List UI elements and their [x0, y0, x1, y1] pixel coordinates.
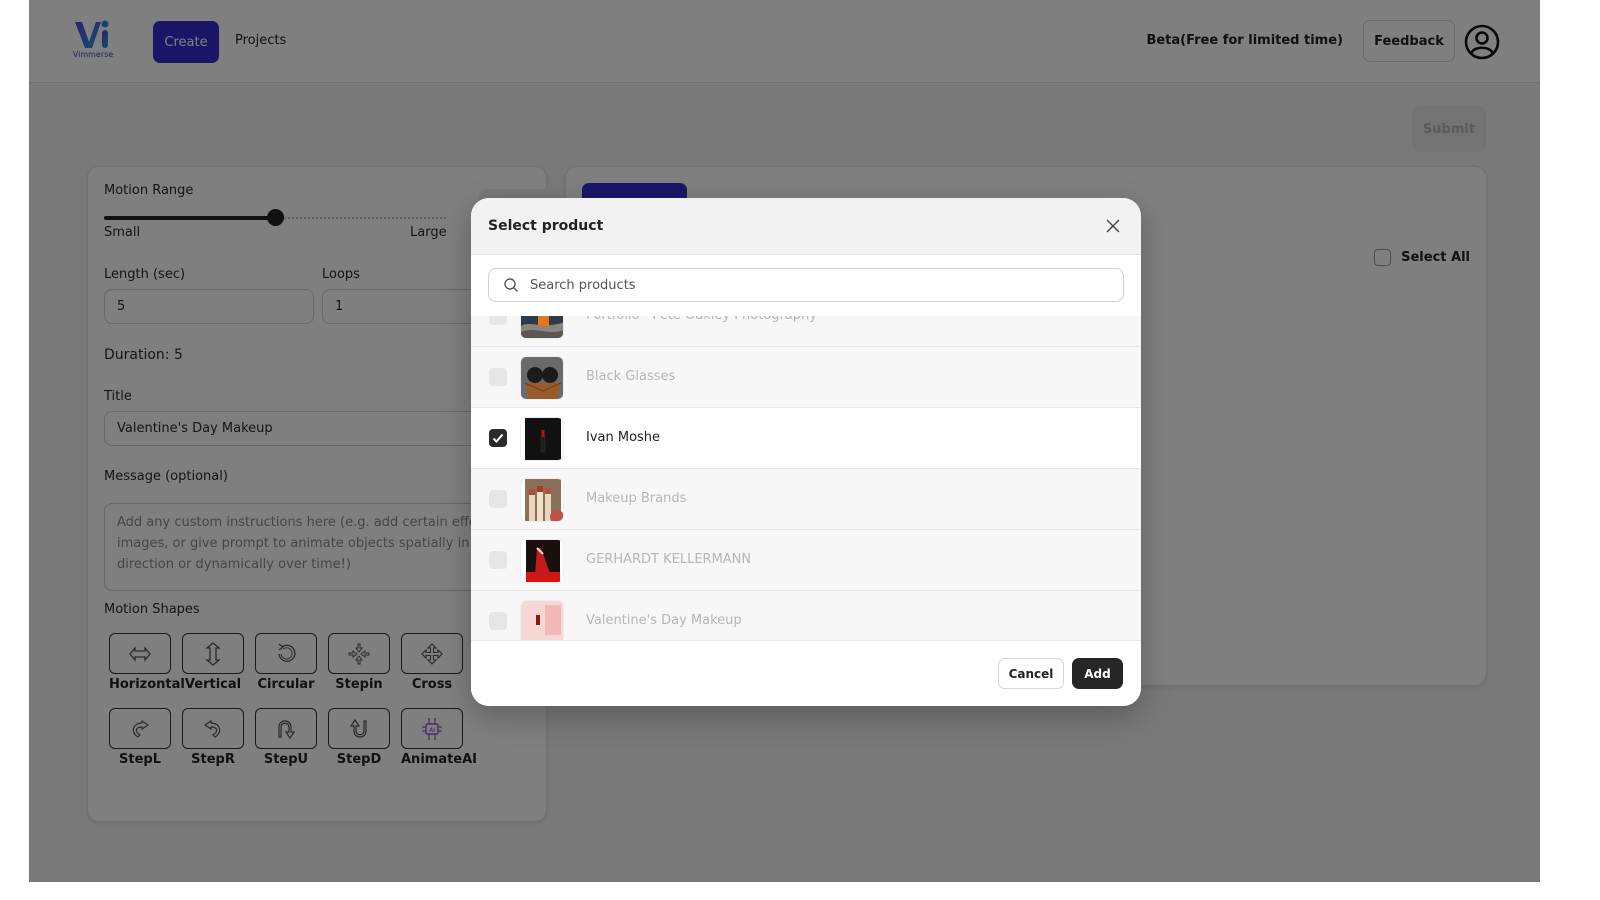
product-list[interactable]: Portfolio - Pete Oakley Photography Blac…: [471, 316, 1141, 641]
search-placeholder: Search products: [530, 277, 636, 293]
product-name: Black Glasses: [586, 369, 676, 384]
product-thumbnail: [520, 539, 564, 583]
product-row[interactable]: Makeup Brands: [471, 469, 1141, 530]
product-thumbnail: [520, 417, 564, 461]
product-checkbox-checked[interactable]: [489, 429, 507, 447]
cancel-button[interactable]: Cancel: [998, 658, 1064, 689]
product-checkbox[interactable]: [489, 316, 507, 325]
product-name: GERHARDT KELLERMANN: [586, 552, 752, 567]
product-thumbnail: [520, 316, 564, 339]
product-checkbox[interactable]: [489, 490, 507, 508]
checkmark-icon: [492, 433, 504, 443]
product-row[interactable]: Portfolio - Pete Oakley Photography: [471, 316, 1141, 347]
product-row[interactable]: Valentine's Day Makeup: [471, 591, 1141, 640]
modal-header: Select product: [471, 198, 1141, 255]
product-name: Portfolio - Pete Oakley Photography: [586, 316, 817, 323]
search-icon: [504, 278, 518, 292]
product-name: Makeup Brands: [586, 491, 687, 506]
product-row[interactable]: Black Glasses: [471, 347, 1141, 408]
product-row[interactable]: Ivan Moshe: [471, 408, 1141, 469]
product-row[interactable]: GERHARDT KELLERMANN: [471, 530, 1141, 591]
product-thumbnail: [520, 356, 564, 400]
product-name: Ivan Moshe: [586, 430, 661, 445]
modal-title: Select product: [488, 218, 604, 234]
product-name: Valentine's Day Makeup: [586, 613, 742, 628]
modal-footer: Cancel Add: [471, 641, 1141, 706]
select-product-modal: Select product Search products Portf: [471, 198, 1141, 706]
product-thumbnail: [520, 600, 564, 640]
add-button[interactable]: Add: [1072, 658, 1123, 689]
product-checkbox[interactable]: [489, 551, 507, 569]
search-input[interactable]: Search products: [488, 268, 1124, 302]
product-thumbnail: [520, 478, 564, 522]
product-checkbox[interactable]: [489, 612, 507, 630]
product-checkbox[interactable]: [489, 368, 507, 386]
close-icon[interactable]: [1105, 218, 1121, 234]
